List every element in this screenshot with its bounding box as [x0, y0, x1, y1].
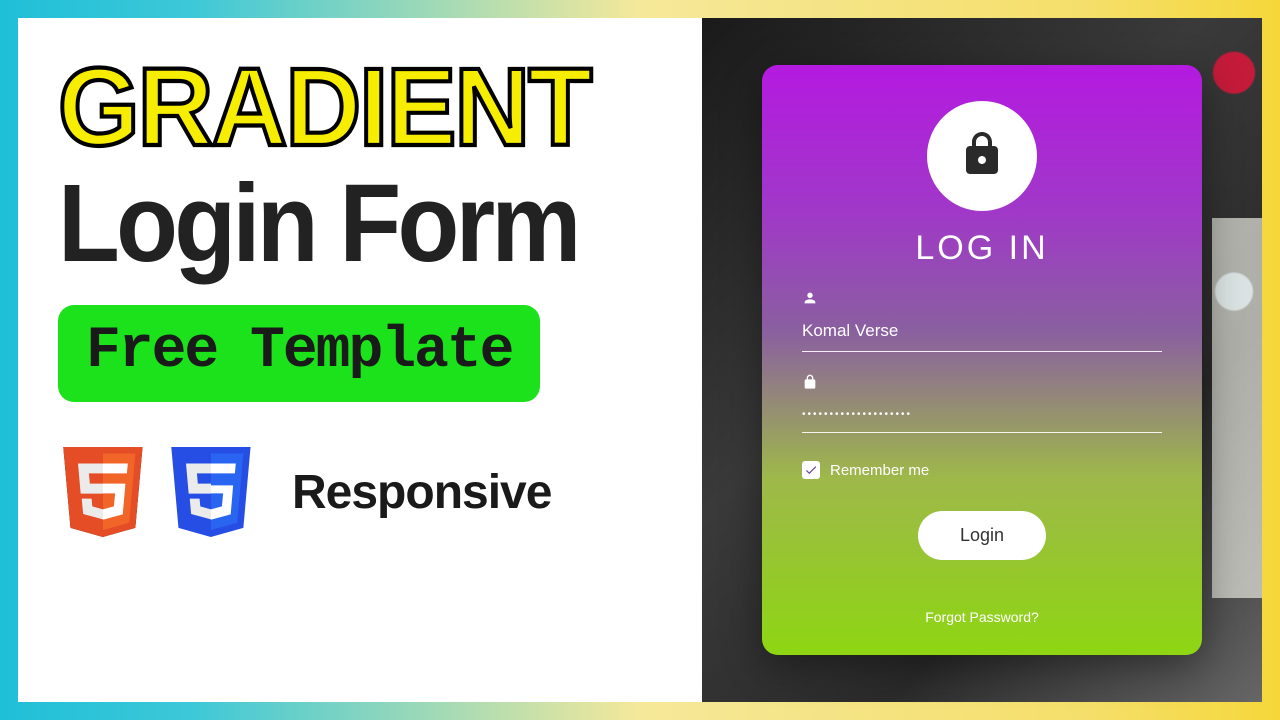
html5-icon: [58, 442, 148, 542]
thumbnail-frame: GRADIENT Login Form Free Template Respon…: [18, 18, 1262, 702]
promo-left-panel: GRADIENT Login Form Free Template Respon…: [18, 18, 702, 702]
badge-label: Free Template: [86, 319, 512, 384]
password-input[interactable]: ••••••••••••••••••••: [802, 399, 1162, 433]
remember-row: Remember me: [802, 461, 1162, 479]
forgot-password-link[interactable]: Forgot Password?: [925, 609, 1039, 625]
remember-label: Remember me: [830, 462, 929, 479]
username-input[interactable]: [802, 315, 1162, 352]
title-login-form-text: Login Form: [58, 166, 623, 282]
preview-right-panel: LOG IN •••••••••••••••••••• Remember me: [702, 18, 1262, 702]
lock-avatar: [927, 101, 1037, 211]
login-title: LOG IN: [915, 229, 1048, 268]
username-field: [802, 290, 1162, 352]
login-card: LOG IN •••••••••••••••••••• Remember me: [762, 65, 1202, 655]
responsive-label: Responsive: [292, 465, 551, 520]
css3-icon: [166, 442, 256, 542]
login-button[interactable]: Login: [918, 511, 1046, 560]
free-template-badge: Free Template: [58, 305, 540, 402]
preview-bg-paper: [1212, 218, 1262, 598]
user-icon: [802, 290, 1162, 311]
title-gradient-text: GRADIENT: [58, 56, 672, 161]
lock-icon: [958, 130, 1006, 183]
remember-checkbox[interactable]: [802, 461, 820, 479]
password-field: ••••••••••••••••••••: [802, 374, 1162, 433]
lock-small-icon: [802, 374, 1162, 395]
tech-icons-row: Responsive: [58, 442, 672, 542]
